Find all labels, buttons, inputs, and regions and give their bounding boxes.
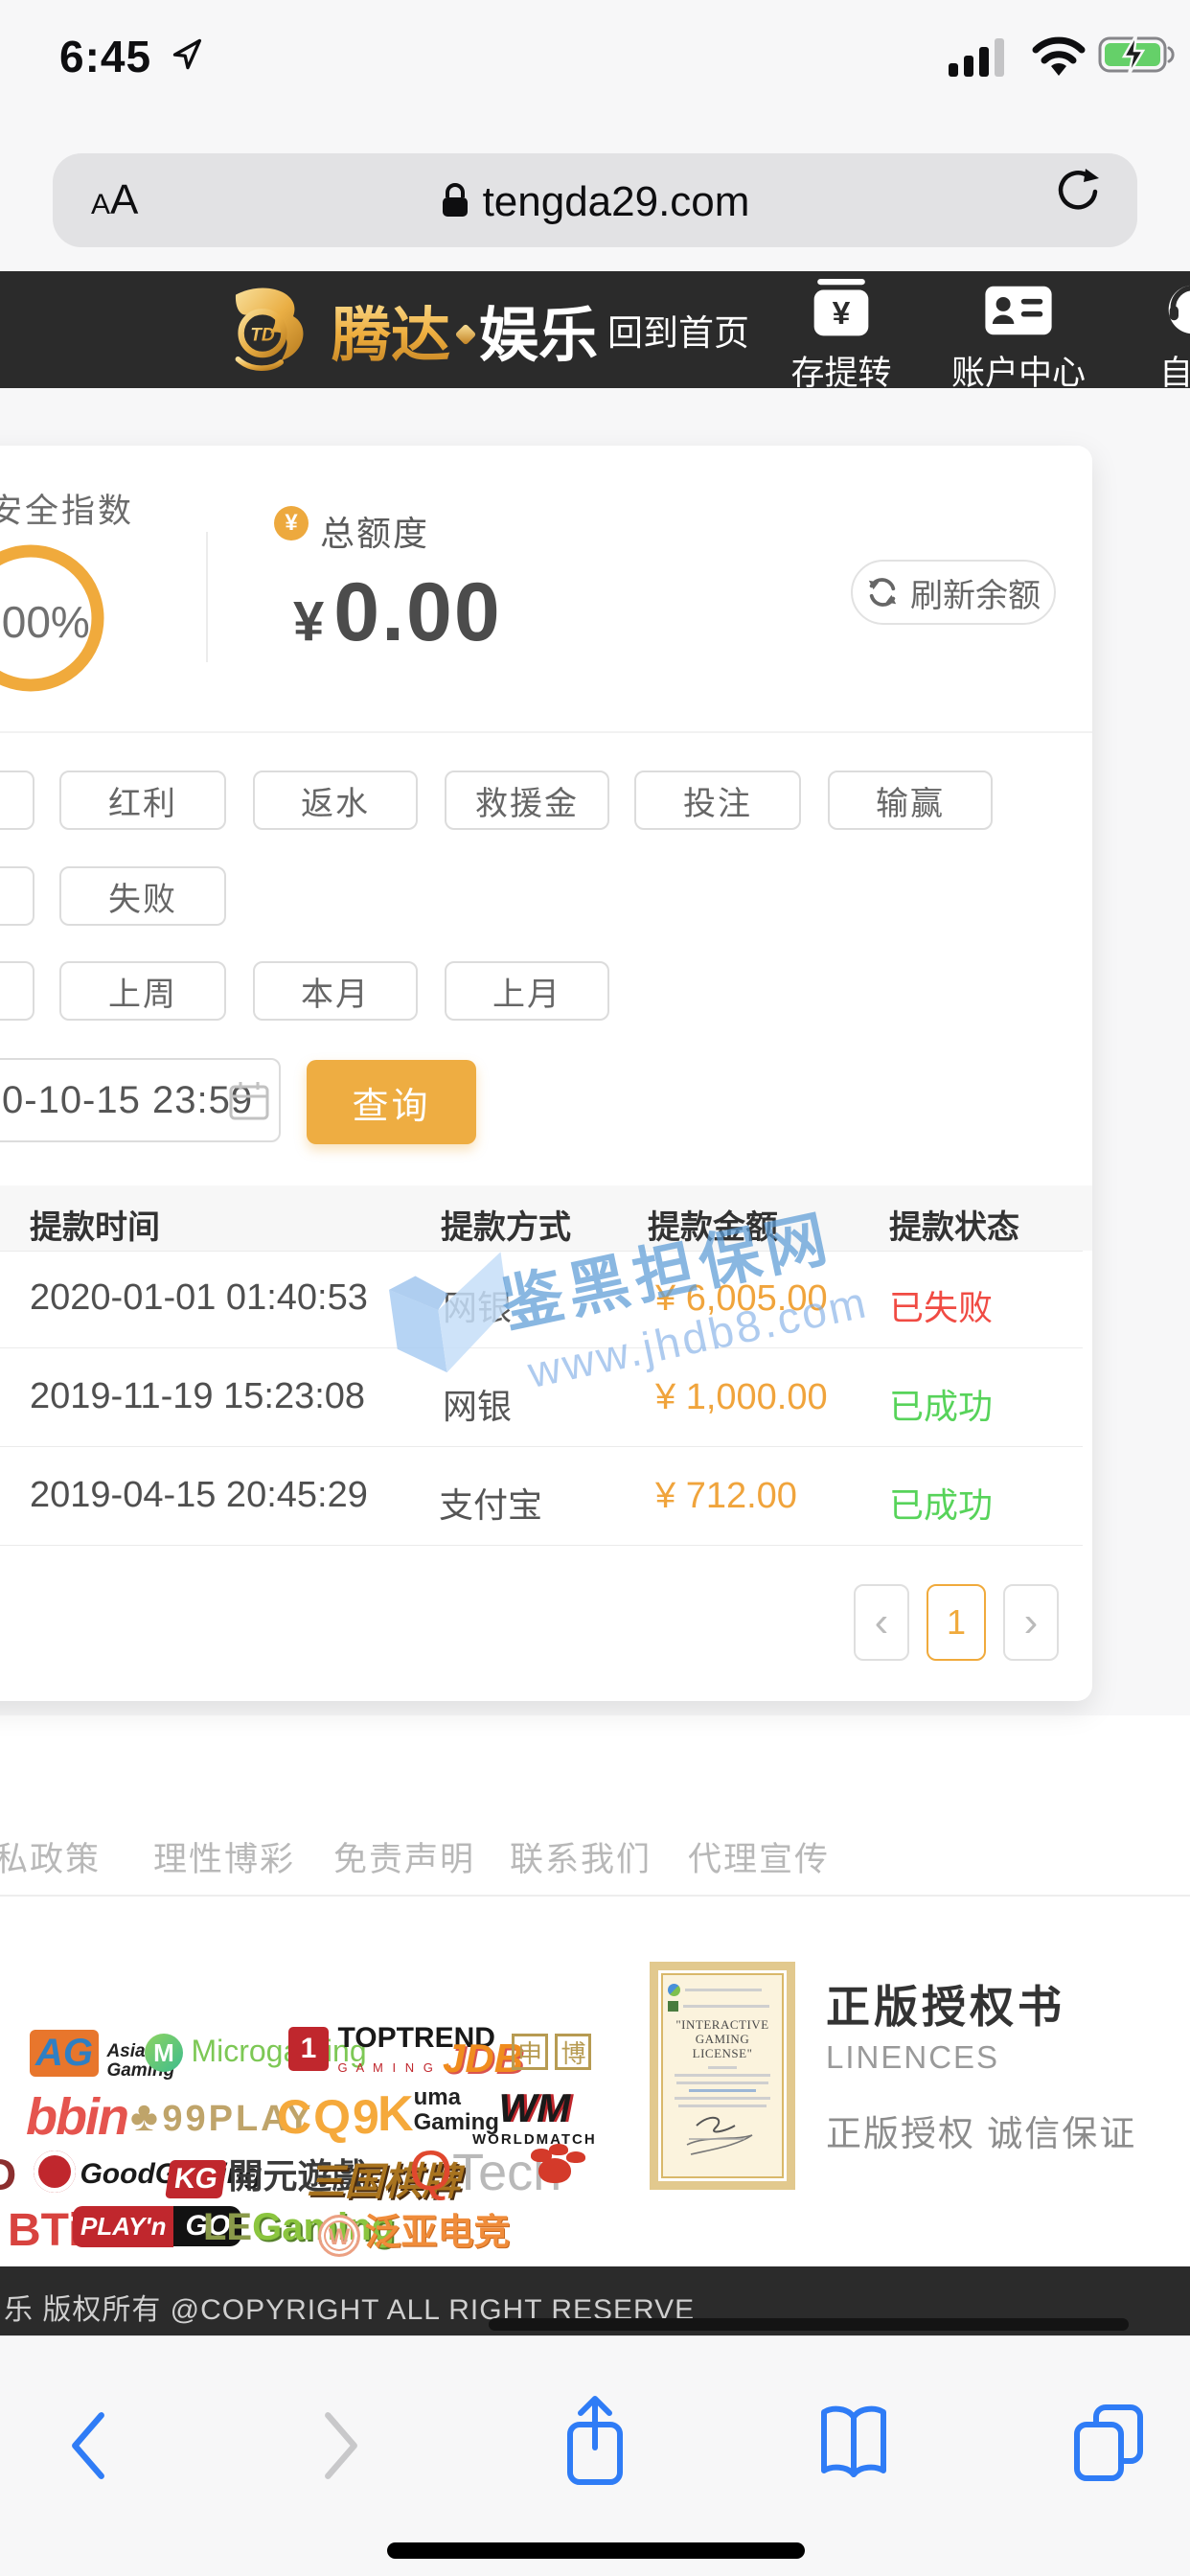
url-bar[interactable]: AA tengda29.com [53, 153, 1137, 247]
battery-charging-icon [1098, 33, 1180, 77]
row-divider [0, 1545, 1083, 1546]
footer-link-agent[interactable]: 代理宣传 [688, 1832, 830, 1881]
footer-link-responsible[interactable]: 理性博彩 [153, 1832, 295, 1881]
clock: 6:45 [59, 31, 151, 82]
filter-button-cut[interactable] [0, 770, 34, 830]
table-row-status: 已成功 [889, 1379, 993, 1429]
col-withdraw-method: 提款方式 [441, 1201, 571, 1248]
wifi-icon [1031, 34, 1087, 79]
license-subtitle: LINENCES [826, 2039, 999, 2076]
status-bar: 6:45 [0, 0, 1190, 125]
safari-toolbar [0, 2335, 1190, 2576]
filter-rescue-button[interactable]: 救援金 [445, 770, 609, 830]
row-divider [0, 1446, 1083, 1447]
table-row-time: 2020-01-01 01:40:53 [30, 1277, 368, 1319]
tabs-icon[interactable] [1071, 2402, 1146, 2484]
paw-icon [538, 2158, 571, 2183]
filter-bonus-button[interactable]: 红利 [59, 770, 226, 830]
site-header: TD 腾达 娱乐 回到首页 ¥ 存提转 [0, 271, 1190, 388]
location-arrow-icon [171, 36, 205, 71]
nav-self-service[interactable]: 自助 [1111, 279, 1190, 388]
table-row-status: 已成功 [889, 1478, 993, 1528]
provider-logo-bti: BTi [8, 2204, 80, 2257]
brand-logo[interactable]: TD 腾达 娱乐 [217, 271, 598, 388]
security-index-value: 100% [0, 596, 105, 648]
brand-dot-icon [455, 324, 477, 346]
home-link[interactable]: 回到首页 [607, 271, 749, 388]
query-button[interactable]: 查询 [307, 1060, 476, 1144]
filter-last-month-button[interactable]: 上月 [445, 961, 609, 1021]
col-withdraw-time: 提款时间 [30, 1201, 160, 1248]
table-row-time: 2019-11-19 15:23:08 [30, 1376, 365, 1417]
calendar-icon[interactable] [228, 1079, 270, 1121]
id-card-icon [981, 283, 1056, 338]
svg-text:¥: ¥ [833, 296, 851, 332]
svg-text:TD: TD [250, 326, 275, 346]
signature-icon [668, 2112, 773, 2162]
filter-this-month-button[interactable]: 本月 [253, 961, 418, 1021]
security-index-label: 安全指数 [0, 484, 134, 533]
filter-winloss-button[interactable]: 输赢 [828, 770, 993, 830]
filter-fail-button[interactable]: 失败 [59, 866, 226, 926]
money-jar-icon: ¥ [807, 279, 876, 338]
share-icon[interactable] [561, 2394, 629, 2490]
total-quota-label: 总额度 [320, 506, 429, 556]
provider-logo-shenbo: 申 博 [512, 2034, 591, 2070]
table-row-method: 网银 [443, 1379, 512, 1429]
dragon-logo-icon: TD [217, 277, 332, 382]
provider-logo-avia: W 泛亚电竞 [318, 2202, 510, 2257]
date-value: 0-10-15 23:59 [2, 1079, 253, 1122]
balance-amount: 0.00 [333, 565, 501, 660]
yen-symbol: ¥ [293, 589, 324, 654]
filter-button-cut[interactable] [0, 866, 34, 926]
license-title: 正版授权书 [826, 1972, 1065, 2036]
lock-icon [441, 181, 469, 219]
pagination-next-button[interactable]: › [1003, 1584, 1059, 1661]
coin-icon: ¥ [274, 506, 309, 540]
filter-rebate-button[interactable]: 返水 [253, 770, 418, 830]
nav-account-center[interactable]: 账户中心 [937, 279, 1100, 388]
url-text[interactable]: tengda29.com [53, 178, 1137, 226]
service-icon [1162, 281, 1190, 338]
pagination-page-1[interactable]: 1 [927, 1584, 986, 1661]
license-tagline: 正版授权 诚信保证 [826, 2104, 1136, 2156]
home-indicator[interactable] [387, 2542, 805, 2559]
provider-logo-bbin: bbin [26, 2087, 127, 2147]
forward-icon[interactable] [318, 2411, 364, 2480]
filter-last-week-button[interactable]: 上周 [59, 961, 226, 1021]
reload-icon[interactable] [1051, 163, 1105, 217]
divider [206, 532, 208, 662]
signal-icon [949, 34, 1019, 79]
pagination-prev-button[interactable]: ‹ [854, 1584, 909, 1661]
iphone-screen: 6:45 AA t [0, 0, 1190, 2576]
safari-url-zone: AA tengda29.com [0, 125, 1190, 271]
filter-bet-button[interactable]: 投注 [634, 770, 801, 830]
provider-logo-fragment: D [0, 2149, 16, 2200]
col-withdraw-status: 提款状态 [889, 1201, 1019, 1248]
horizontal-scrollbar[interactable] [489, 2318, 1129, 2331]
footer-link-disclaimer[interactable]: 免责声明 [333, 1832, 475, 1881]
divider [0, 1895, 1190, 1897]
table-row-time: 2019-04-15 20:45:29 [30, 1475, 368, 1516]
filter-button-cut[interactable] [0, 961, 34, 1021]
footer-link-contact[interactable]: 联系我们 [510, 1832, 652, 1881]
license-certificate-image: "INTERACTIVEGAMING LICENSE" [650, 1962, 795, 2190]
table-row-method: 支付宝 [439, 1478, 542, 1528]
back-icon[interactable] [65, 2411, 111, 2480]
brand-name-gold: 腾达 [332, 287, 450, 373]
refresh-icon [866, 576, 899, 609]
table-row-amount: ¥ 1,000.00 [655, 1377, 828, 1418]
provider-logo-cq9: CQ9 [277, 2089, 381, 2145]
bookmarks-icon[interactable] [816, 2404, 891, 2484]
balance-value: ¥ 0.00 [293, 565, 502, 660]
refresh-balance-button[interactable]: 刷新余额 [851, 560, 1056, 625]
nav-deposit-transfer[interactable]: ¥ 存提转 [760, 279, 923, 388]
footer-link-privacy[interactable]: 私政策 [0, 1832, 101, 1881]
table-row-amount: ¥ 712.00 [655, 1476, 797, 1517]
table-row-status: 已失败 [889, 1280, 993, 1330]
brand-name-white: 娱乐 [479, 287, 598, 373]
divider [0, 731, 1092, 733]
